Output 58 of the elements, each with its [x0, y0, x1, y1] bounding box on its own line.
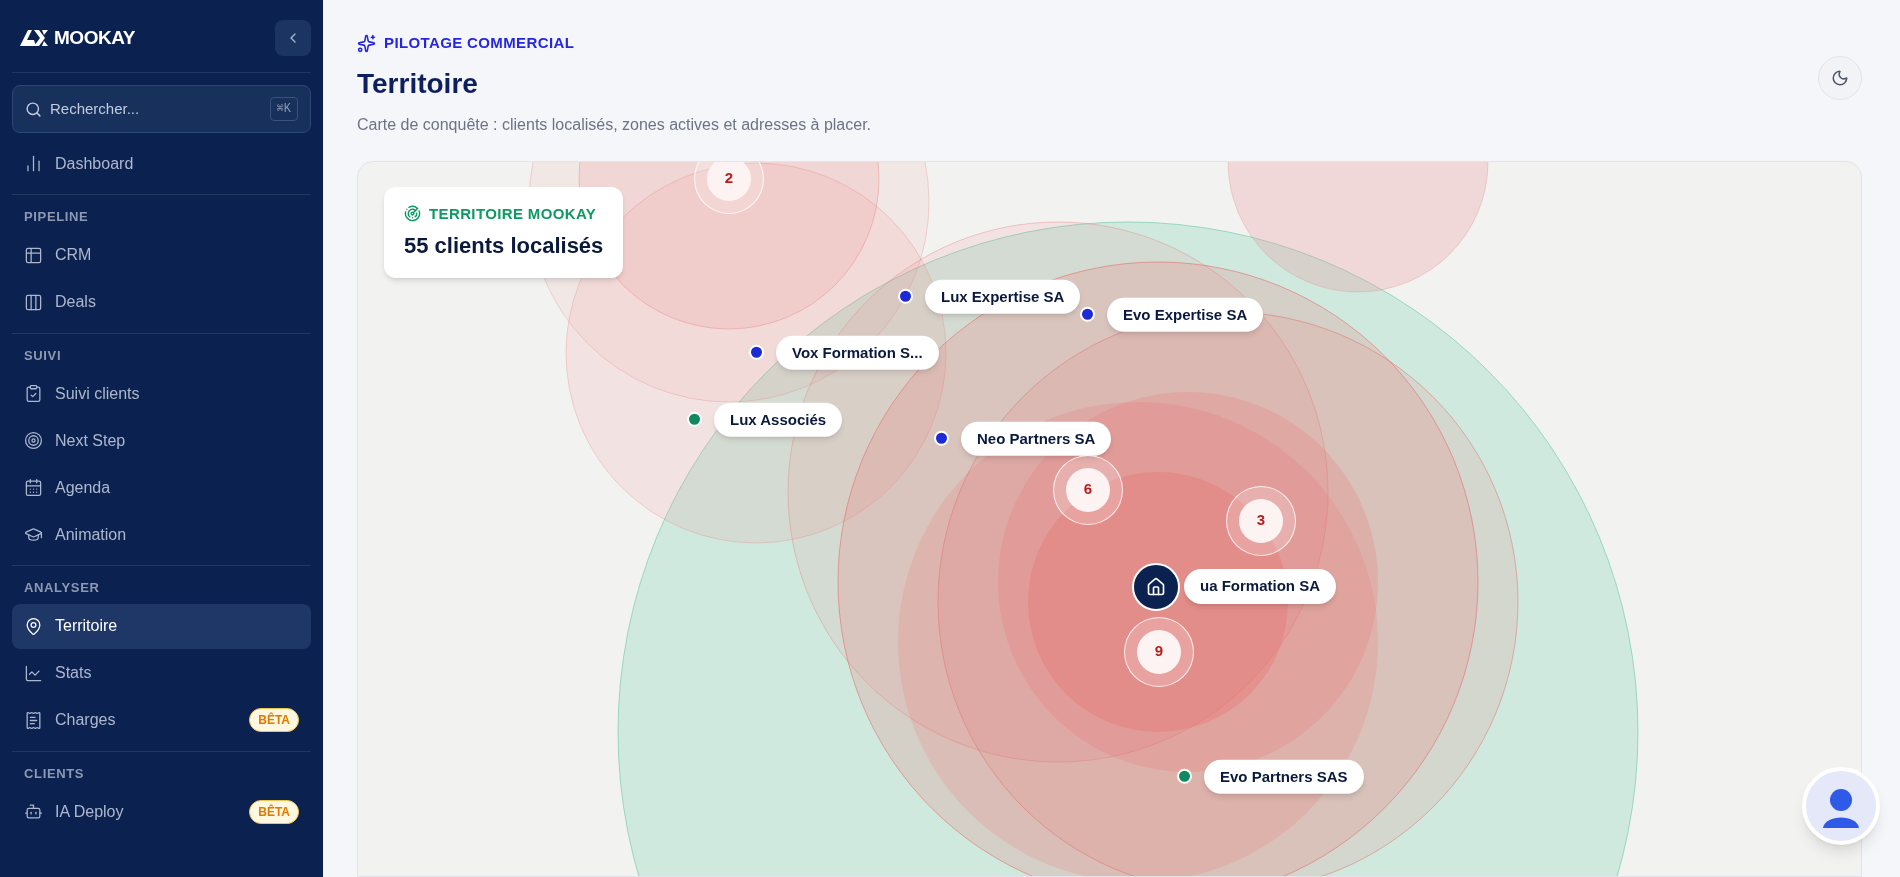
nav-icon: [24, 245, 43, 265]
nav-icon: [24, 525, 43, 544]
shortcut-hint: ⌘K: [269, 97, 298, 121]
search-icon: [25, 100, 42, 118]
nav-icon: [24, 154, 43, 173]
client-label[interactable]: Vox Formation S...: [776, 335, 939, 370]
section-heading: PIPELINE: [23, 208, 90, 226]
nav-item[interactable]: Territoire: [12, 603, 311, 649]
nav-item[interactable]: Charges BÊTA: [12, 697, 311, 743]
beta-badge: BÊTA: [249, 708, 299, 732]
cluster-marker[interactable]: 2: [694, 161, 764, 214]
search-input[interactable]: Rechercher...: [50, 97, 262, 121]
sparkles-icon: [357, 33, 376, 53]
logo-mark-icon: [20, 30, 50, 46]
cluster-marker[interactable]: 9: [1124, 616, 1194, 687]
nav-item[interactable]: IA Deploy BÊTA: [12, 789, 311, 834]
eyebrow-label: PILOTAGE COMMERCIAL: [384, 33, 575, 53]
house-icon: [1146, 576, 1166, 597]
nav-icon: [24, 478, 43, 497]
cluster-marker[interactable]: 6: [1053, 454, 1123, 525]
beta-badge: BÊTA: [249, 799, 299, 824]
summary-label: TERRITOIRE MOOKAY: [429, 203, 597, 224]
summary-value: 55 clients localisés: [404, 232, 604, 260]
nav-icon: [24, 802, 43, 821]
theme-toggle-button[interactable]: [1818, 56, 1862, 100]
cluster-marker[interactable]: 3: [1226, 485, 1296, 556]
nav-item[interactable]: CRM: [12, 232, 311, 278]
nav-item[interactable]: Stats: [12, 650, 311, 696]
nav-item[interactable]: Deals: [12, 279, 311, 325]
nav-item[interactable]: Suivi clients: [12, 371, 311, 416]
client-label[interactable]: Evo Expertise SA: [1107, 297, 1264, 332]
client-label[interactable]: ua Formation SA: [1184, 569, 1336, 604]
client-label[interactable]: Evo Partners SAS: [1204, 759, 1364, 794]
section-heading: CLIENTS: [23, 764, 86, 783]
client-label[interactable]: Lux Associés: [714, 402, 843, 437]
page-subtitle: Carte de conquête : clients localisés, zones actives et adresses à placer.: [357, 114, 872, 135]
client-label[interactable]: Lux Expertise SA: [925, 279, 1081, 314]
collapse-sidebar-button[interactable]: [275, 20, 311, 56]
page-title: Territoire: [357, 66, 479, 101]
nav-icon: [24, 384, 43, 403]
moon-icon: [1831, 69, 1849, 87]
nav-icon: [24, 663, 43, 683]
nav-item[interactable]: Animation: [12, 512, 311, 557]
nav-item[interactable]: Agenda: [12, 465, 311, 510]
client-label[interactable]: Neo Partners SA: [961, 421, 1112, 456]
nav-icon: [24, 616, 43, 636]
nav-icon: [24, 292, 43, 312]
nav-icon: [24, 710, 43, 730]
nav-item[interactable]: Next Step: [12, 418, 311, 463]
nav-icon: [24, 431, 43, 450]
section-heading: SUIVI: [23, 346, 63, 365]
map-view[interactable]: 2 Lux Expertise SA Evo Expertise SA Vox Formation S... Lux Associés Neo Partners SA 6 3 9 ua Formation SA Evo Partners SAS TERRITOIRE MOOKAY 55 clients localisés: [357, 160, 1862, 877]
home-marker[interactable]: [1132, 562, 1180, 611]
radar-icon: [404, 205, 421, 223]
nav-item[interactable]: Dashboard: [12, 141, 311, 186]
brand-name: MOOKAY: [54, 25, 135, 50]
section-heading: ANALYSER: [23, 579, 101, 597]
search-bar[interactable]: Rechercher... ⌘K: [12, 85, 311, 133]
